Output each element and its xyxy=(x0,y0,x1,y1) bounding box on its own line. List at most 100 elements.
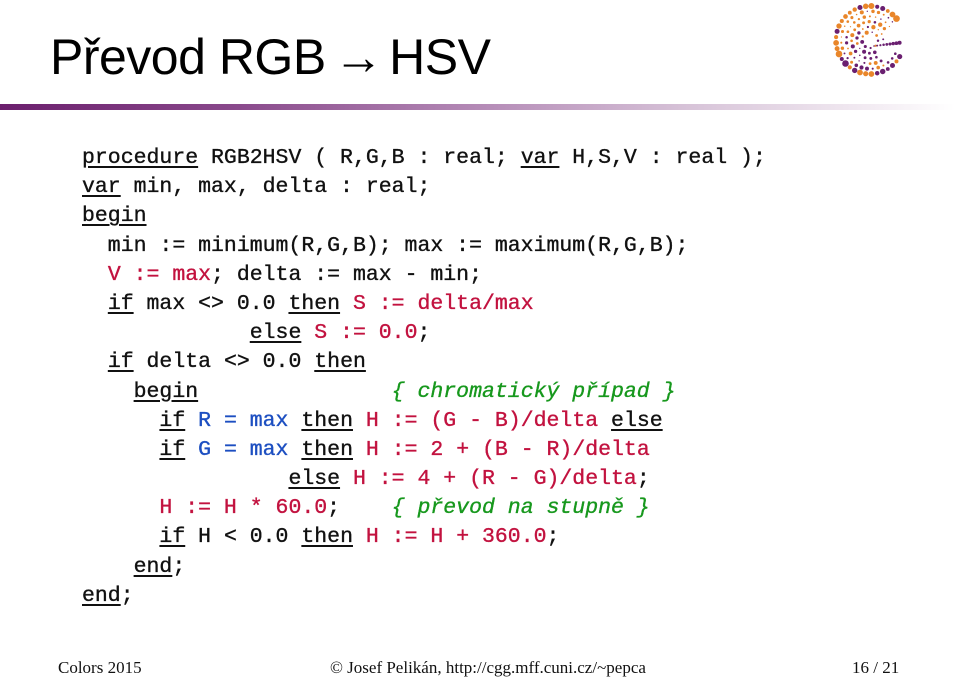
logo-dot xyxy=(894,59,899,64)
logo-dot xyxy=(857,31,861,35)
logo-dot xyxy=(875,55,878,59)
logo-dot xyxy=(885,67,890,71)
logo-dot xyxy=(847,47,849,50)
logo-dot xyxy=(868,71,875,77)
logo-dot xyxy=(868,2,875,10)
keyword: if xyxy=(107,350,134,375)
assignment: H := (G - B)/delta xyxy=(365,408,599,433)
logo-dot xyxy=(876,44,879,47)
keyword: then xyxy=(288,291,341,316)
logo-dot xyxy=(866,10,868,12)
logo-dot xyxy=(874,70,880,76)
logo-dot xyxy=(882,64,885,67)
logo-dot xyxy=(882,43,885,47)
logo-dot xyxy=(873,50,877,55)
logo-dot xyxy=(843,25,846,28)
logo-dot xyxy=(873,21,877,24)
logo-dot xyxy=(845,41,849,45)
logo-dot xyxy=(848,51,853,56)
logo-dot xyxy=(843,14,848,19)
code-text: ; xyxy=(636,467,650,492)
code-text: min := minimum(R,G,B); max := maximum(R,… xyxy=(82,233,689,258)
logo-dot xyxy=(871,9,875,14)
logo-dot xyxy=(871,25,876,30)
logo-dot xyxy=(876,10,881,15)
logo-dot xyxy=(879,68,886,75)
assignment: S := 0.0 xyxy=(314,321,418,346)
logo-dot xyxy=(875,34,878,37)
code-line: if max <> 0.0 then S := delta/max xyxy=(82,290,766,319)
logo-dot xyxy=(871,31,873,34)
code-text: ; xyxy=(172,554,186,579)
logo-dot xyxy=(852,7,857,12)
code-line: else S := 0.0; xyxy=(82,319,766,348)
code-text: ; xyxy=(417,321,431,346)
assignment: H := 4 + (R - G)/delta xyxy=(352,467,637,492)
keyword: if xyxy=(159,437,186,462)
logo-dot xyxy=(887,16,890,19)
code-line: else H := 4 + (R - G)/delta; xyxy=(82,465,766,494)
comment: { chromatický případ } xyxy=(391,379,676,404)
logo-dot xyxy=(840,36,843,38)
logo-dot xyxy=(862,49,867,54)
logo-dot xyxy=(856,23,861,28)
logo-dot xyxy=(855,13,858,16)
logo-dot xyxy=(840,46,845,50)
logo-dot xyxy=(845,36,848,39)
code-line: min := minimum(R,G,B); max := maximum(R,… xyxy=(82,232,766,261)
logo-dot xyxy=(859,10,864,15)
logo-dot xyxy=(880,33,883,35)
logo-dot xyxy=(873,60,878,65)
condition: G = max xyxy=(198,437,289,462)
code-line: end; xyxy=(82,553,766,582)
logo-dot xyxy=(839,57,844,61)
logo-dot xyxy=(860,39,865,44)
logo-dot xyxy=(880,5,886,12)
logo-dot xyxy=(863,44,867,49)
code-text: delta <> 0.0 xyxy=(133,350,315,375)
keyword: var xyxy=(82,175,121,200)
logo-dot xyxy=(859,65,864,70)
logo-dot xyxy=(855,42,859,45)
logo-dot xyxy=(886,61,890,64)
keyword: begin xyxy=(82,204,147,229)
condition: R = max xyxy=(198,408,289,433)
keyword: then xyxy=(301,437,353,462)
keyword: if xyxy=(107,291,134,316)
logo-dot xyxy=(861,28,864,30)
logo-dot xyxy=(876,65,880,70)
logo-dot xyxy=(867,19,871,24)
logo-dot xyxy=(873,45,875,47)
title-text-hsv: HSV xyxy=(389,29,491,85)
logo-dot xyxy=(890,57,894,60)
slide-title: Převod RGB → HSV xyxy=(50,28,491,86)
assignment: S := delta/max xyxy=(352,291,534,316)
logo-dot xyxy=(846,56,849,60)
logo-dot xyxy=(852,67,858,74)
logo-dot xyxy=(866,25,869,29)
code-line: if delta <> 0.0 then xyxy=(82,348,766,377)
logo-dot xyxy=(863,61,866,64)
logo-dot xyxy=(850,33,855,38)
logo-dot xyxy=(840,41,843,44)
logo-dot xyxy=(840,29,845,34)
code-text: ; xyxy=(546,525,560,550)
logo-dot xyxy=(868,62,872,65)
code-line: procedure RGB2HSV ( R,G,B : real; var H,… xyxy=(82,144,766,173)
logo-dot xyxy=(835,50,843,58)
code-text: H < 0.0 xyxy=(185,525,302,550)
logo-dot xyxy=(888,42,892,46)
assignment: H := H + 360.0 xyxy=(365,525,547,550)
keyword: then xyxy=(301,408,353,433)
